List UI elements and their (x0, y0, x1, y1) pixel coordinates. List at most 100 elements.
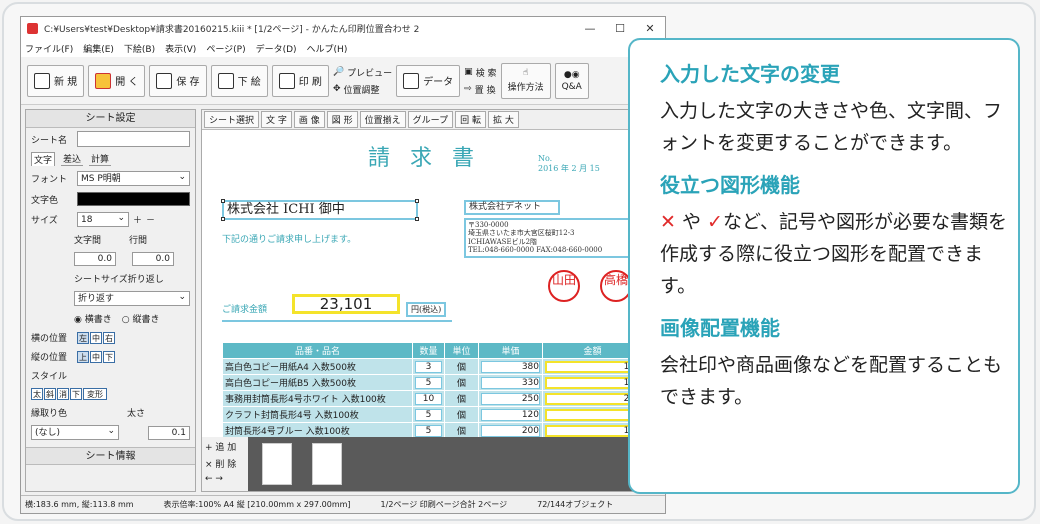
size-up-button[interactable]: ＋ (133, 213, 142, 226)
item-qty: 5 (415, 376, 442, 389)
align-button[interactable]: 位置揃え (359, 111, 406, 128)
position-button[interactable]: ✥ 位置調整 (333, 83, 392, 96)
sheet-name-input[interactable] (77, 131, 190, 147)
text-tool-button[interactable]: 文 字 (261, 111, 292, 128)
menu-bar: ファイル(F) 編集(E) 下絵(B) 表示(V) ページ(P) データ(D) … (21, 39, 665, 57)
menu-help[interactable]: ヘルプ(H) (307, 42, 348, 55)
sheet-info-header[interactable]: シート情報 (26, 447, 195, 465)
item-amount: 1,1 (545, 360, 640, 373)
data-button[interactable]: データ (396, 64, 461, 97)
invoice-document[interactable]: 請求書 No. 2016 年 2 月 15 株式会社 ICHI 御中 下記の通りご… (202, 130, 664, 439)
shape-tool-button[interactable]: 図 形 (326, 111, 358, 128)
resize-handle[interactable] (415, 199, 419, 203)
menu-shitae[interactable]: 下絵(B) (124, 42, 155, 55)
save-button[interactable]: 保 存 (149, 64, 207, 97)
stamp-yamada[interactable]: 山田 (548, 270, 580, 302)
hpos-center[interactable]: 中 (90, 331, 102, 344)
horizontal-radio[interactable]: ◉ 横書き (74, 312, 112, 325)
amount-value[interactable]: 23,101 (292, 294, 400, 314)
shitae-button[interactable]: 下 絵 (210, 64, 268, 97)
size-down-button[interactable]: － (146, 213, 155, 226)
position-label: 位置調整 (343, 85, 380, 96)
hpos-right[interactable]: 右 (103, 331, 115, 344)
close-button[interactable]: ✕ (635, 22, 665, 35)
qa-button[interactable]: ●◉ Q&A (554, 62, 589, 99)
char-spacing-input[interactable]: 0.0 (74, 252, 116, 266)
font-select[interactable]: MS P明朝 (77, 170, 190, 186)
customer-name-sheet[interactable]: 株式会社 ICHI 御中 (221, 199, 419, 221)
thickness-input[interactable]: 0.1 (148, 425, 190, 440)
replace-button[interactable]: ⇨ 置 換 (464, 83, 496, 96)
search-button[interactable]: ▣ 検 索 (464, 66, 496, 79)
feature-image-desc: 会社印や商品画像などを配置することもできます。 (660, 354, 1003, 408)
howto-button[interactable]: ☝ 操作方法 (500, 62, 551, 99)
new-button[interactable]: 新 規 (27, 64, 85, 97)
wrap-label: シートサイズ折り返し (74, 275, 164, 285)
menu-view[interactable]: 表示(V) (165, 42, 196, 55)
promo-frame: C:¥Users¥test¥Desktop¥請求書20160215.kiii *… (2, 2, 1036, 521)
vpos-bottom[interactable]: 下 (103, 350, 115, 363)
add-page-button[interactable]: + 追 加 (205, 440, 245, 453)
menu-page[interactable]: ページ(P) (206, 42, 245, 55)
delete-page-button[interactable]: × 削 除 (205, 457, 245, 470)
item-unit: 個 (444, 374, 479, 391)
text-color-select[interactable] (77, 192, 190, 206)
style-transform[interactable]: 変形 (83, 388, 107, 400)
resize-handle[interactable] (221, 217, 225, 221)
border-color-select[interactable]: (なし) (31, 424, 119, 440)
date-day: 15 (589, 164, 600, 173)
table-row[interactable]: 高白色コピー用紙A4 入数500枚3個380 1,1 (222, 358, 643, 375)
open-button[interactable]: 開 く (88, 64, 146, 97)
resize-handle[interactable] (415, 217, 419, 221)
hpos-left[interactable]: 左 (77, 331, 89, 344)
rotate-button[interactable]: 回 転 (455, 111, 486, 128)
select-sheet-button[interactable]: シート選択 (204, 111, 260, 128)
page-nav-buttons[interactable]: ← → (205, 474, 245, 484)
menu-edit[interactable]: 編集(E) (83, 42, 114, 55)
shitae-label: 下 絵 (237, 77, 261, 88)
style-italic[interactable]: 斜 (44, 388, 56, 400)
style-strike[interactable]: 消 (57, 388, 69, 400)
table-row[interactable]: 事務用封筒長形4号ホワイト 入数100枚10個250 2,5 (222, 390, 643, 407)
maximize-button[interactable]: ☐ (605, 22, 635, 35)
tab-merge[interactable]: 差込 (61, 152, 84, 166)
vpos-middle[interactable]: 中 (90, 350, 102, 363)
page-thumbnail[interactable] (312, 443, 342, 485)
group-button[interactable]: グループ (407, 111, 454, 128)
preview-button[interactable]: 🔎 プレビュー (333, 66, 392, 79)
resize-handle[interactable] (221, 199, 225, 203)
table-row[interactable]: 高白色コピー用紙B5 入数500枚5個330 1,6 (222, 374, 643, 391)
font-label: フォント (31, 175, 68, 185)
style-underline[interactable]: 下 (70, 388, 82, 400)
company-address: 〒330-0000 埼玉県さいたま市大宮区桜町12-3 ICHIAWASEビル2… (464, 217, 644, 258)
window-title: C:¥Users¥test¥Desktop¥請求書20160215.kiii *… (44, 24, 420, 35)
print-button[interactable]: 印 刷 (271, 64, 329, 97)
amount-underline (222, 320, 452, 322)
menu-data[interactable]: データ(D) (256, 42, 297, 55)
object-count: 72/144オブジェクト (537, 500, 614, 509)
search-label: 検 索 (475, 68, 497, 79)
style-bold[interactable]: 太 (31, 388, 43, 400)
horizontal-label: 横書き (84, 315, 112, 325)
tax-label: 円(税込) (406, 302, 447, 317)
line-spacing-input[interactable]: 0.0 (132, 252, 174, 266)
page-thumbnail[interactable] (262, 443, 292, 485)
tab-calc[interactable]: 計算 (89, 152, 112, 166)
image-tool-button[interactable]: 画 像 (293, 111, 325, 128)
size-select[interactable]: 18 (77, 211, 129, 227)
menu-file[interactable]: ファイル(F) (25, 42, 73, 55)
zoom-button[interactable]: 拡 大 (488, 111, 519, 128)
invoice-no-label: No. (538, 154, 553, 163)
tab-text[interactable]: 文字 (31, 152, 56, 166)
save-label: 保 存 (176, 77, 200, 88)
address-line: 〒330-0000 (468, 220, 509, 229)
vpos-top[interactable]: 上 (77, 350, 89, 363)
greeting-text: 下記の通りご請求申し上げます。 (222, 235, 357, 245)
minimize-button[interactable]: — (575, 22, 605, 35)
wrap-select[interactable]: 折り返す (74, 290, 190, 306)
vertical-radio[interactable]: ○ 縦書き (122, 312, 160, 325)
table-row[interactable]: クラフト封筒長形4号 入数100枚5個120 6 (222, 406, 643, 423)
item-price: 120 (481, 408, 540, 421)
company-block[interactable]: 株式会社デネット 〒330-0000 埼玉県さいたま市大宮区桜町12-3 ICH… (464, 200, 644, 258)
check-mark-icon: ✓ (707, 211, 723, 233)
